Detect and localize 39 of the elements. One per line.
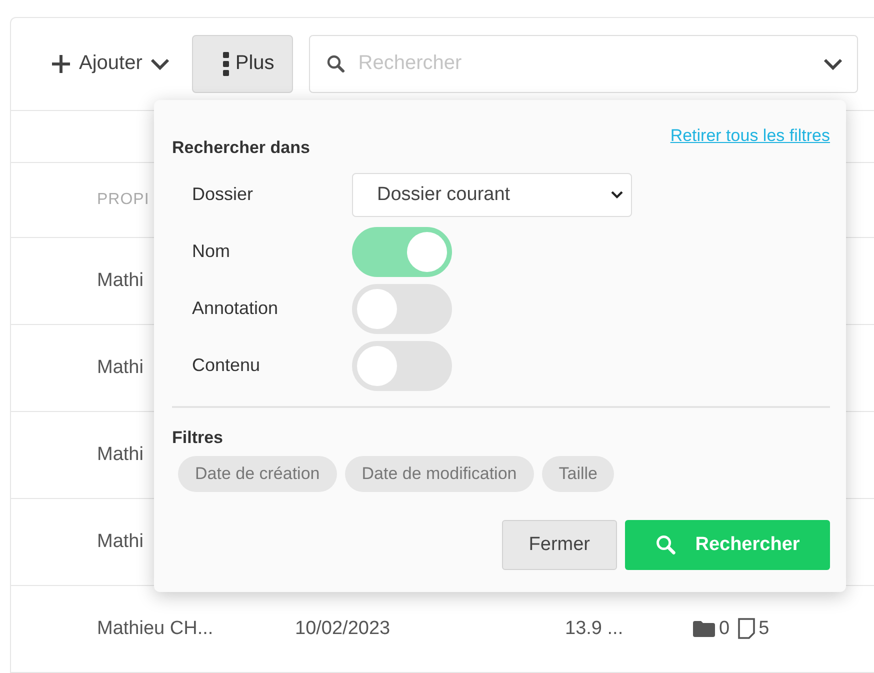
table-cell-text: 13.9 ... bbox=[565, 618, 624, 640]
search-field[interactable]: Rechercher bbox=[356, 51, 813, 76]
close-button[interactable]: Fermer bbox=[502, 520, 617, 570]
toggle-switch[interactable] bbox=[352, 284, 452, 334]
toggle-switch[interactable] bbox=[352, 226, 452, 276]
panel-title: Rechercher dans bbox=[172, 138, 310, 158]
search-button[interactable]: Rechercher bbox=[625, 520, 830, 570]
more-button[interactable]: Plus bbox=[192, 34, 294, 93]
table-cell: Mathi bbox=[97, 270, 144, 292]
table-cell-text: Mathieu CH... bbox=[97, 618, 214, 640]
clear-filters-link[interactable]: Retirer tous les filtres bbox=[670, 126, 830, 146]
folder-icon bbox=[693, 620, 715, 638]
filter-chip[interactable]: Date de création bbox=[178, 456, 337, 492]
plus-icon bbox=[51, 54, 71, 74]
table-cell: Mathi bbox=[97, 530, 144, 553]
search-bar[interactable]: Rechercher bbox=[309, 34, 858, 93]
folder-count: 0 bbox=[719, 618, 730, 640]
search-icon bbox=[655, 534, 678, 556]
filter-chip[interactable]: Taille bbox=[542, 456, 614, 492]
file-icon bbox=[738, 618, 755, 640]
field-label: Contenu bbox=[192, 355, 262, 376]
vertical-dots-icon bbox=[223, 52, 230, 76]
field-label: Annotation bbox=[192, 298, 280, 319]
table-cell: Mathi bbox=[97, 444, 144, 466]
table-cell: Mathi bbox=[97, 356, 144, 379]
field-label: Dossier bbox=[192, 184, 254, 205]
toggle-switch[interactable] bbox=[352, 340, 452, 390]
chevron-down-icon bbox=[823, 58, 843, 70]
table-cell-text: 10/02/2023 bbox=[295, 618, 392, 640]
search-icon bbox=[326, 54, 346, 74]
chevron-down-icon bbox=[150, 58, 170, 70]
column-header: PROPI bbox=[97, 190, 150, 209]
filter-chip[interactable]: Date de modification bbox=[344, 456, 534, 492]
caret-icon bbox=[611, 190, 623, 198]
file-count: 5 bbox=[758, 618, 770, 640]
field-label: Nom bbox=[192, 241, 232, 262]
add-button[interactable]: Ajouter bbox=[51, 52, 170, 76]
section-title: Filtres bbox=[172, 428, 224, 448]
folder-select[interactable]: Dossier courant bbox=[352, 172, 632, 216]
